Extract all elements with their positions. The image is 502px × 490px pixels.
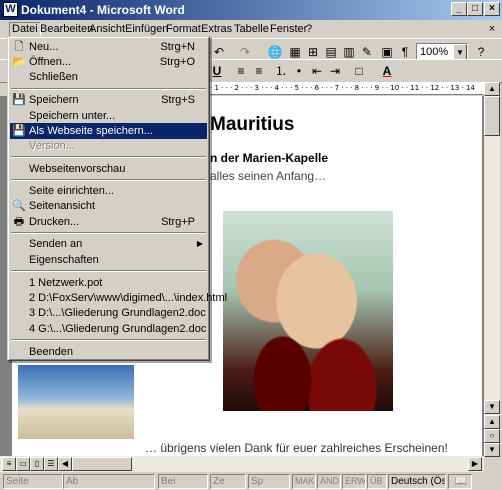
menu-item-exit[interactable]: Beenden: [10, 344, 207, 360]
maximize-button[interactable]: □: [467, 2, 483, 16]
scroll-up-icon[interactable]: ▲: [484, 82, 500, 96]
menu-separator: [11, 270, 206, 272]
menu-separator: [11, 179, 206, 181]
scroll-left-icon[interactable]: ◀: [58, 457, 72, 471]
scroll-down-icon[interactable]: ▼: [484, 400, 500, 414]
menu-item-send-to[interactable]: Senden an ▶: [10, 236, 207, 252]
menu-tabelle[interactable]: Tabelle: [231, 22, 272, 37]
status-section: Ab: [63, 474, 155, 489]
status-bar: Seite Ab Bei Ze Sp MAK ÄND ERW ÜB Deutsc…: [0, 473, 502, 490]
document-bottom-line: … übrigens vielen Dank für euer zahlreic…: [145, 441, 448, 455]
decrease-indent-icon[interactable]: ⇤: [308, 62, 326, 80]
close-button[interactable]: ×: [484, 2, 500, 16]
menu-item-version[interactable]: Version...: [10, 138, 207, 154]
menu-datei[interactable]: Datei: [9, 22, 41, 37]
zoom-value: 100%: [420, 46, 449, 58]
scroll-right-icon[interactable]: ▶: [468, 457, 482, 471]
menu-item-recent-3[interactable]: 3 D:\...\Gliederung Grundlagen2.doc: [10, 305, 207, 321]
increase-indent-icon[interactable]: ⇥: [326, 62, 344, 80]
new-doc-icon: 🗋: [14, 41, 24, 53]
align-center-icon[interactable]: ≡: [250, 62, 268, 80]
status-overtype[interactable]: ÜB: [367, 474, 387, 489]
save-web-icon: 💾: [12, 125, 26, 137]
status-page: Seite: [3, 474, 63, 489]
menu-extras[interactable]: Extras: [198, 22, 235, 37]
menu-item-recent-2[interactable]: 2 D:\FoxServ\www\digimed\...\index.html: [10, 290, 227, 306]
horizontal-scroll-thumb[interactable]: [72, 457, 132, 471]
print-layout-icon[interactable]: ▯: [30, 457, 44, 471]
menu-item-page-setup[interactable]: Seite einrichten...: [10, 183, 207, 199]
title-bar[interactable]: W Dokument4 - Microsoft Word _ □ ×: [0, 0, 502, 20]
menu-item-recent-4[interactable]: 4 G:\...\Gliederung Grundlagen2.doc: [10, 321, 207, 337]
web-layout-icon[interactable]: ▭: [16, 457, 30, 471]
menu-item-close[interactable]: Schließen: [10, 69, 207, 85]
menu-item-open[interactable]: 📂 Öffnen... Strg+O: [10, 54, 207, 70]
document-close-icon[interactable]: ×: [486, 23, 498, 35]
vertical-scrollbar[interactable]: ▲ ▼ ▲ ○ ▼: [484, 82, 500, 457]
document-line-2: alles seinen Anfang…: [210, 169, 327, 183]
horizontal-scrollbar[interactable]: ≡ ▭ ▯ ☰ ◀ ▶: [0, 456, 484, 472]
border-icon[interactable]: □: [350, 62, 368, 80]
minimize-button[interactable]: _: [451, 2, 467, 16]
outline-view-icon[interactable]: ☰: [44, 457, 58, 471]
menu-item-print-preview[interactable]: 🔍 Seitenansicht: [10, 198, 207, 214]
menu-item-properties[interactable]: Eigenschaften: [10, 252, 207, 268]
menu-separator: [11, 88, 206, 90]
spelling-status-icon[interactable]: 📖: [448, 474, 472, 489]
status-track-changes[interactable]: ÄND: [317, 474, 341, 489]
scroll-thumb[interactable]: [484, 96, 500, 136]
align-left-icon[interactable]: ≡: [232, 62, 250, 80]
status-language[interactable]: Deutsch (Ös: [388, 474, 446, 489]
menu-item-recent-1[interactable]: 1 Netzwerk.pot: [10, 275, 207, 291]
open-folder-icon: 📂: [12, 56, 26, 68]
bullets-icon[interactable]: •: [290, 62, 308, 80]
window-title: Dokument4 - Microsoft Word: [21, 3, 185, 17]
menu-separator: [11, 339, 206, 341]
print-preview-icon: 🔍: [12, 200, 26, 212]
menu-item-print[interactable]: 🖶 Drucken... Strg+P: [10, 214, 207, 230]
submenu-arrow-icon: ▶: [196, 239, 203, 248]
document-heading: Mauritius: [210, 114, 295, 135]
menu-item-save-as[interactable]: Speichern unter...: [10, 108, 207, 124]
status-macro[interactable]: MAK: [292, 474, 316, 489]
status-position: Bei: [158, 474, 208, 489]
menu-item-web-preview[interactable]: Webseitenvorschau: [10, 161, 207, 177]
menu-item-save[interactable]: 💾 Speichern Strg+S: [10, 92, 207, 108]
menu-item-save-as-webpage[interactable]: 💾 Als Webseite speichern...: [10, 123, 207, 139]
menu-item-new[interactable]: 🗋 Neu... Strg+N: [10, 39, 207, 55]
previous-page-icon[interactable]: ▲: [484, 415, 500, 429]
numbering-icon[interactable]: ⒈: [272, 62, 290, 80]
print-icon: 🖶: [13, 216, 25, 228]
menu-separator: [11, 232, 206, 234]
normal-view-icon[interactable]: ≡: [2, 457, 16, 471]
beach-photo[interactable]: [18, 365, 134, 439]
status-extend[interactable]: ERW: [342, 474, 366, 489]
font-color-icon[interactable]: A: [378, 62, 396, 80]
browse-object-icon[interactable]: ○: [484, 429, 500, 443]
underline-icon[interactable]: U: [208, 62, 226, 80]
word-app-icon[interactable]: W: [3, 2, 18, 17]
horizontal-ruler[interactable]: · 1 · · · 2 · · · 3 · · · 4 · · · 5 · · …: [210, 82, 485, 95]
next-page-icon[interactable]: ▼: [484, 443, 500, 457]
hands-rings-photo[interactable]: [223, 211, 393, 411]
file-menu: 🗋 Neu... Strg+N 📂 Öffnen... Strg+O Schli…: [7, 36, 227, 361]
menu-separator: [11, 156, 206, 158]
status-line: Ze: [210, 474, 246, 489]
document-line-1: n der Marien-Kapelle: [210, 151, 329, 165]
status-column: Sp: [248, 474, 290, 489]
save-icon: 💾: [12, 94, 26, 106]
menu-help[interactable]: ?: [303, 22, 315, 37]
